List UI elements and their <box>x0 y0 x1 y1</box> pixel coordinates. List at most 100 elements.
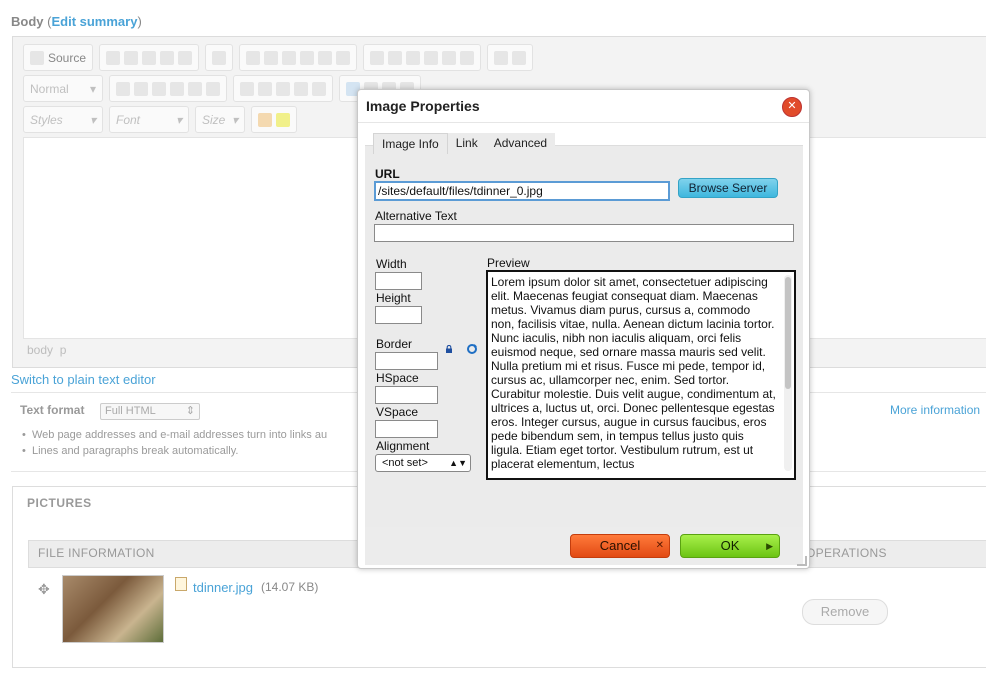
alignment-label: Alignment <box>376 439 430 453</box>
image-thumbnail <box>62 575 164 643</box>
chevron-down-icon: ▾ <box>89 112 96 127</box>
source-button[interactable]: Source <box>23 44 94 71</box>
strike-icon[interactable] <box>170 81 184 96</box>
horizontal-rule-icon[interactable] <box>424 50 439 65</box>
lock-icon[interactable] <box>445 345 453 353</box>
styles-combo-value: Styles <box>30 112 63 127</box>
url-input[interactable]: /sites/default/files/tdinner_0.jpg <box>374 181 670 201</box>
scrollbar-thumb[interactable] <box>785 277 791 389</box>
insert-group <box>363 44 482 71</box>
undo-icon[interactable] <box>246 50 261 65</box>
path-item-body[interactable]: body <box>27 343 53 357</box>
blockquote-icon[interactable] <box>312 81 326 96</box>
special-char-icon[interactable] <box>460 50 475 65</box>
remove-button[interactable]: Remove <box>802 599 888 625</box>
cancel-button[interactable]: Cancel ✕ <box>570 534 670 558</box>
paren-close: ) <box>137 14 142 29</box>
format-combo[interactable]: Normal ▾ <box>23 75 103 102</box>
format-tip-text: Web page addresses and e-mail addresses … <box>31 429 328 441</box>
paste-text-icon[interactable] <box>160 50 175 65</box>
spellcheck-group <box>205 44 234 71</box>
cut-icon[interactable] <box>106 50 121 65</box>
remove-format-icon[interactable] <box>336 50 351 65</box>
smiley-icon[interactable] <box>442 50 457 65</box>
image-icon[interactable] <box>370 50 385 65</box>
table-icon[interactable] <box>406 50 421 65</box>
bullet-list-icon[interactable] <box>258 81 272 96</box>
format-combo-value: Normal <box>30 81 69 96</box>
size-combo[interactable]: Size ▾ <box>195 106 245 133</box>
browse-server-button[interactable]: Browse Server <box>678 178 778 198</box>
bold-icon[interactable] <box>116 81 130 96</box>
maximize-icon[interactable] <box>494 50 509 65</box>
more-info-link[interactable]: More information <box>890 403 980 417</box>
text-color-icon[interactable] <box>258 112 272 127</box>
spellcheck-icon[interactable] <box>212 50 227 65</box>
list-group <box>233 75 333 102</box>
size-combo-value: Size <box>202 112 226 127</box>
drag-handle-icon[interactable]: ✥ <box>38 581 50 598</box>
select-all-icon[interactable] <box>318 50 333 65</box>
subscript-icon[interactable] <box>188 81 202 96</box>
width-input[interactable] <box>375 272 422 290</box>
width-label: Width <box>376 257 407 271</box>
element-path-bar: body p <box>27 343 66 357</box>
body-field-label: Body (Edit summary) <box>11 14 142 29</box>
alignment-value: <not set> <box>382 457 428 469</box>
hspace-label: HSpace <box>376 371 419 385</box>
resize-grip-icon[interactable] <box>797 556 807 566</box>
underline-icon[interactable] <box>152 81 166 96</box>
clipboard-group <box>99 44 200 71</box>
numbered-list-icon[interactable] <box>240 81 254 96</box>
styles-combo[interactable]: Styles ▾ <box>23 106 103 133</box>
file-link[interactable]: tdinner.jpg <box>193 580 253 595</box>
tab-advanced[interactable]: Advanced <box>485 133 556 153</box>
alignment-select[interactable]: <not set> ▲▼ <box>375 454 471 472</box>
dialog-title: Image Properties <box>366 98 480 114</box>
basic-style-group <box>109 75 227 102</box>
preview-label: Preview <box>487 256 530 270</box>
outdent-icon[interactable] <box>276 81 290 96</box>
ok-label: OK <box>720 538 740 553</box>
format-tip: • Web page addresses and e-mail addresse… <box>22 429 328 441</box>
preview-scrollbar[interactable] <box>784 275 792 471</box>
switch-editor-link[interactable]: Switch to plain text editor <box>11 372 156 387</box>
hspace-input[interactable] <box>375 386 438 404</box>
border-label: Border <box>376 337 413 351</box>
paste-word-icon[interactable] <box>178 50 193 65</box>
reset-size-icon[interactable] <box>466 343 478 355</box>
chevron-down-icon: ▾ <box>175 112 182 127</box>
close-icon[interactable]: ✕ <box>782 97 802 117</box>
show-blocks-icon[interactable] <box>512 50 527 65</box>
redo-icon[interactable] <box>264 50 279 65</box>
toolbar-row-3: Styles ▾ Font ▾ Size ▾ <box>23 106 297 133</box>
format-tip: • Lines and paragraphs break automatical… <box>22 445 239 457</box>
font-combo[interactable]: Font ▾ <box>109 106 189 133</box>
alt-text-input[interactable] <box>374 224 794 242</box>
height-input[interactable] <box>375 306 422 324</box>
image-file-icon <box>175 577 187 591</box>
bg-color-icon[interactable] <box>276 112 290 127</box>
source-icon <box>30 50 44 65</box>
ok-button[interactable]: OK ▶ <box>680 534 780 558</box>
path-item-p[interactable]: p <box>60 343 67 357</box>
copy-icon[interactable] <box>124 50 139 65</box>
find-icon[interactable] <box>282 50 297 65</box>
indent-icon[interactable] <box>294 81 308 96</box>
replace-icon[interactable] <box>300 50 315 65</box>
tab-link[interactable]: Link <box>447 133 486 153</box>
cancel-label: Cancel <box>599 538 641 553</box>
text-format-select[interactable]: Full HTML ⇕ <box>100 403 200 420</box>
tab-image-info[interactable]: Image Info <box>373 133 448 154</box>
flash-icon[interactable] <box>388 50 403 65</box>
border-input[interactable] <box>375 352 438 370</box>
vspace-input[interactable] <box>375 420 438 438</box>
superscript-icon[interactable] <box>206 81 220 96</box>
chevron-down-icon: ▾ <box>89 81 96 96</box>
italic-icon[interactable] <box>134 81 148 96</box>
toolbar-row-1: Source <box>23 44 534 71</box>
column-operations: OPERATIONS <box>806 546 887 560</box>
paste-icon[interactable] <box>142 50 157 65</box>
chevron-down-icon: ▾ <box>231 112 238 127</box>
edit-summary-link[interactable]: Edit summary <box>51 14 137 29</box>
